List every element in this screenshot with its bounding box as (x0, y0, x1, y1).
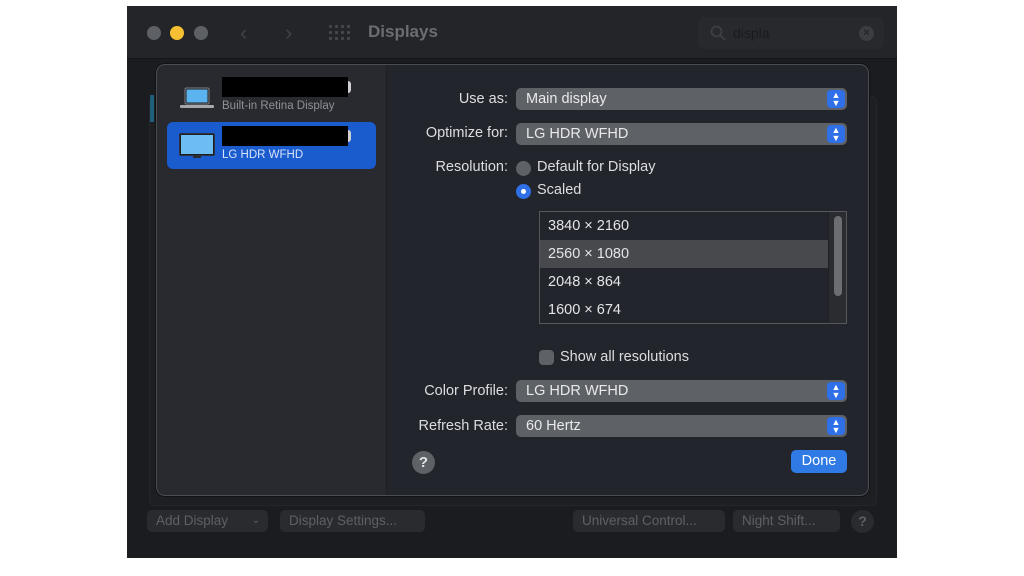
universal-control-button[interactable]: Universal Control... (573, 510, 725, 532)
search-input-value[interactable]: displa (733, 25, 770, 41)
show-all-resolutions-label[interactable]: Show all resolutions (560, 349, 689, 365)
display-options-panel: Use as: Main display ▲ ▼ Optimize for: LG… (388, 65, 868, 495)
sidebar-item-lg-display[interactable]: LG HDR WFHD (167, 122, 376, 169)
use-as-label: Use as: (458, 91, 508, 107)
chevron-right-icon[interactable]: › (285, 20, 292, 46)
color-profile-label: Color Profile: (424, 383, 508, 399)
done-button[interactable]: Done (791, 450, 847, 473)
use-as-value: Main display (526, 91, 607, 107)
redacted-edge (348, 130, 351, 142)
night-shift-button[interactable]: Night Shift... (733, 510, 840, 532)
window-title: Displays (368, 22, 438, 41)
up-down-chevron-icon: ▲ ▼ (827, 417, 845, 435)
scrollbar-thumb[interactable] (834, 216, 842, 296)
refresh-rate-label: Refresh Rate: (418, 418, 508, 434)
color-profile-value: LG HDR WFHD (526, 383, 629, 399)
display-subtitle: Built-in Retina Display (222, 100, 335, 112)
resolution-scrollbar[interactable] (828, 212, 846, 323)
resolution-row-selected[interactable]: 2560 × 1080 (540, 240, 828, 268)
use-as-popup[interactable]: Main display ▲ ▼ (516, 88, 847, 110)
sidebar-item-builtin-display[interactable]: Built-in Retina Display (167, 73, 376, 120)
up-down-chevron-icon: ▲ ▼ (827, 90, 845, 108)
radio-default-for-display[interactable] (516, 161, 531, 176)
resolution-row[interactable]: 3840 × 2160 (540, 212, 828, 240)
resolution-label: Resolution: (435, 159, 508, 175)
minimize-window-button[interactable] (170, 26, 184, 40)
display-settings-button[interactable]: Display Settings... (280, 510, 425, 532)
resolution-list[interactable]: 3840 × 2160 2560 × 1080 2048 × 864 1600 … (539, 211, 847, 324)
footer-help-button[interactable]: ? (851, 510, 874, 533)
show-all-resolutions-checkbox[interactable] (539, 350, 554, 365)
search-field[interactable]: displa × (698, 17, 884, 49)
display-list-sidebar: Built-in Retina Display LG HDR WFHD (157, 65, 387, 495)
title-bar: ‹ › Displays displa × (127, 6, 897, 59)
laptop-icon (180, 87, 214, 108)
chevron-down-icon: ⌄ (251, 515, 260, 526)
radio-scaled[interactable] (516, 184, 531, 199)
close-window-button[interactable] (147, 26, 161, 40)
add-display-button[interactable]: Add Display ⌄ (147, 510, 268, 532)
resolution-row[interactable]: 1600 × 674 (540, 296, 828, 323)
default-for-display-label[interactable]: Default for Display (537, 159, 655, 175)
zoom-window-button[interactable] (194, 26, 208, 40)
redacted-edge (348, 81, 351, 93)
optimize-for-value: LG HDR WFHD (526, 126, 629, 142)
monitor-icon (179, 133, 215, 158)
refresh-rate-popup[interactable]: 60 Hertz ▲ ▼ (516, 415, 847, 437)
clear-x-icon[interactable]: × (859, 26, 874, 41)
display-settings-sheet: Built-in Retina Display LG HDR WFHD Use … (156, 64, 869, 496)
chevron-left-icon[interactable]: ‹ (240, 20, 247, 46)
scaled-label[interactable]: Scaled (537, 182, 581, 198)
refresh-rate-value: 60 Hertz (526, 418, 581, 434)
redacted-display-name (222, 77, 348, 97)
optimize-for-label: Optimize for: (425, 125, 508, 141)
display-subtitle: LG HDR WFHD (222, 149, 304, 161)
color-profile-popup[interactable]: LG HDR WFHD ▲ ▼ (516, 380, 847, 402)
help-button[interactable]: ? (412, 451, 435, 474)
optimize-for-popup[interactable]: LG HDR WFHD ▲ ▼ (516, 123, 847, 145)
magnifier-icon (710, 25, 726, 41)
redacted-display-name (222, 126, 348, 146)
up-down-chevron-icon: ▲ ▼ (827, 125, 845, 143)
add-display-label: Add Display (156, 513, 229, 528)
up-down-chevron-icon: ▲ ▼ (827, 382, 845, 400)
show-all-grid-icon[interactable] (329, 25, 351, 41)
background-accent (150, 95, 154, 122)
resolution-row[interactable]: 2048 × 864 (540, 268, 828, 296)
